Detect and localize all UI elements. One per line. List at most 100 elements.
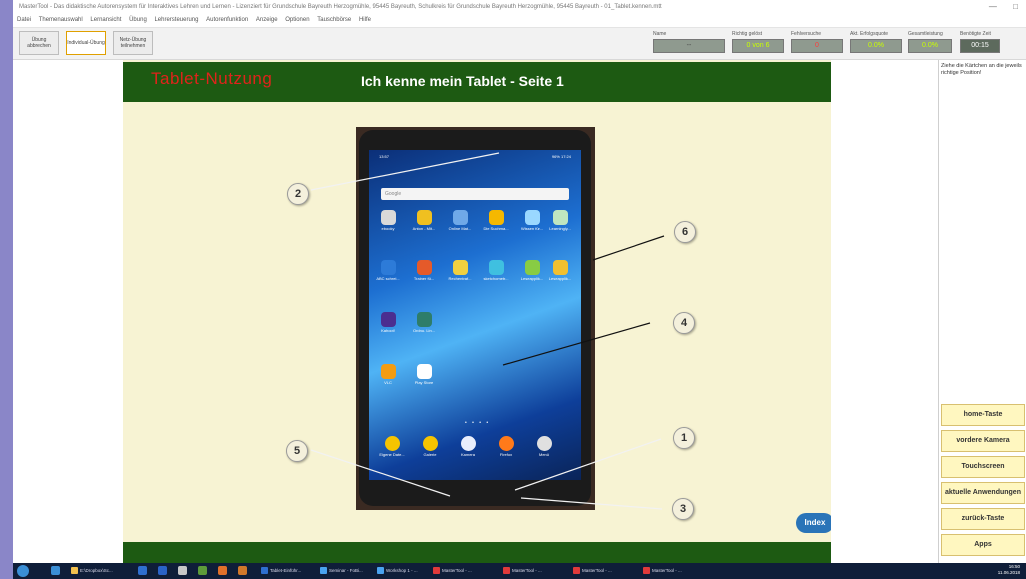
chrome-icon[interactable] [238, 566, 247, 575]
toolbar: Übung abbrechen Individual-Übung Netz-Üb… [13, 28, 1026, 60]
stat-gesamt-value: 0.0% [908, 39, 952, 53]
app2-icon[interactable] [198, 566, 207, 575]
taskbar: E:\Dropbox\Sc... Tablet-Einführ... Semin… [13, 563, 1026, 579]
stat-zeit-label: Benötigte Zeit [960, 31, 991, 37]
firefox-icon[interactable] [218, 566, 227, 575]
stat-gesamt-label: Gesamtleistung [908, 31, 943, 37]
card-apps[interactable]: Apps [941, 534, 1025, 556]
stat-fehl-value: 0 [791, 39, 843, 53]
netz-uebung-button[interactable]: Netz-Übung teilnehmen [113, 31, 153, 55]
stage-footer-band [123, 542, 831, 563]
menu-anzeige[interactable]: Anzeige [256, 17, 278, 23]
minimize-button[interactable]: — [989, 2, 997, 11]
callout-line-5 [310, 449, 451, 497]
stat-zeit-value: 00:15 [960, 39, 1000, 53]
taskbar-item-tablet-einfuehrung[interactable]: Tablet-Einführ... [261, 564, 301, 578]
menu-lehrersteuerung[interactable]: Lehrersteuerung [154, 17, 198, 23]
stat-richtig: Richtig gelöst 0 von 6 [732, 31, 784, 53]
stat-fehl-label: Fehlversuche [791, 31, 822, 37]
callout-2: 2 [287, 183, 309, 205]
doc-icon [377, 567, 384, 575]
mastertool-icon [573, 567, 580, 575]
taskbar-item-label: Tablet-Einführ... [270, 568, 302, 573]
stat-fehlversuche: Fehlversuche 0 [791, 31, 843, 53]
window-controls: — □ [975, 0, 1018, 14]
card-zurueck-taste[interactable]: zurück-Taste [941, 508, 1025, 530]
callout-5: 5 [286, 440, 308, 462]
stat-zeit: Benötigte Zeit 00:15 [960, 31, 1000, 53]
callout-line-2 [310, 152, 500, 191]
stat-name: Name -- [653, 31, 725, 53]
mastertool-icon [433, 567, 440, 575]
ie-icon[interactable] [158, 566, 167, 575]
taskbar-item-seminar[interactable]: Seminar - FoBi... [320, 564, 363, 578]
card-sidebar: Ziehe die Kärtchen an die jeweils richti… [938, 60, 1026, 563]
menu-lernansicht[interactable]: Lernansicht [90, 17, 121, 23]
start-button[interactable] [17, 565, 29, 577]
menu-optionen[interactable]: Optionen [285, 17, 309, 23]
app-icon[interactable] [178, 566, 187, 575]
taskbar-item-label: Seminar - FoBi... [329, 568, 363, 573]
folder-icon [71, 567, 78, 575]
clock-date: 11.06.2018 [997, 570, 1020, 575]
uebung-abbrechen-button[interactable]: Übung abbrechen [19, 31, 59, 55]
menu-themenauswahl[interactable]: Themenauswahl [39, 17, 83, 23]
taskbar-item-explorer[interactable]: E:\Dropbox\Sc... [71, 564, 113, 578]
taskbar-item-label: MasterTool - ... [582, 568, 612, 573]
menu-hilfe[interactable]: Hilfe [359, 17, 371, 23]
stage-left-margin [13, 60, 123, 563]
menu-uebung[interactable]: Übung [129, 17, 147, 23]
menu-tauschboerse[interactable]: Tauschbörse [317, 17, 351, 23]
callout-lines [310, 152, 665, 510]
app-window: MasterTool - Das didaktische Autorensyst… [13, 0, 1026, 563]
card-home-taste[interactable]: home-Taste [941, 404, 1025, 426]
taskbar-item-label: MasterTool - ... [442, 568, 472, 573]
taskbar-item-mastertool-1[interactable]: MasterTool - ... [433, 564, 472, 578]
menu-datei[interactable]: Datei [17, 17, 31, 23]
restore-button[interactable]: □ [1013, 2, 1018, 11]
stat-erfolgsquote: Akt. Erfolgsquote 0.0% [850, 31, 902, 53]
stat-richtig-value: 0 von 6 [732, 39, 784, 53]
menu-autorenfunktion[interactable]: Autorenfunktion [206, 17, 248, 23]
stat-gesamtleistung: Gesamtleistung 0.0% [908, 31, 952, 53]
callout-line-1 [514, 438, 662, 491]
stage-right-margin [831, 60, 938, 563]
word-icon [261, 567, 268, 575]
card-aktuelle-anwendungen[interactable]: aktuelle Anwendungen [941, 482, 1025, 504]
taskbar-item-label: MasterTool - ... [512, 568, 542, 573]
instruction-text: Ziehe die Kärtchen an die jeweils richti… [941, 63, 1022, 76]
content-area: Tablet-Nutzung Ich kenne mein Tablet - S… [13, 60, 1026, 563]
stat-erfolg-label: Akt. Erfolgsquote [850, 31, 889, 37]
taskbar-item-label: MasterTool - ... [652, 568, 682, 573]
taskbar-item-label: E:\Dropbox\Sc... [80, 568, 113, 573]
stat-erfolg-value: 0.0% [850, 39, 902, 53]
taskbar-item-label: Workshop 1 - ... [386, 568, 418, 573]
taskbar-item-mastertool-4[interactable]: MasterTool - ... [643, 564, 682, 578]
menu-bar: Datei Themenauswahl Lernansicht Übung Le… [13, 14, 1026, 28]
card-touchscreen[interactable]: Touchscreen [941, 456, 1025, 478]
callout-6: 6 [674, 221, 696, 243]
outlook-icon[interactable] [138, 566, 147, 575]
individual-uebung-button[interactable]: Individual-Übung [66, 31, 106, 55]
title-bar: MasterTool - Das didaktische Autorensyst… [13, 0, 1026, 14]
taskbar-item-mastertool-3[interactable]: MasterTool - ... [573, 564, 612, 578]
window-title: MasterTool - Das didaktische Autorensyst… [19, 4, 662, 10]
index-button[interactable]: Index [796, 513, 831, 533]
mastertool-icon [643, 567, 650, 575]
stat-name-value: -- [653, 39, 725, 53]
callout-line-3 [520, 497, 663, 510]
card-vordere-kamera[interactable]: vordere Kamera [941, 430, 1025, 452]
callout-4: 4 [673, 312, 695, 334]
exercise-stage: Tablet-Nutzung Ich kenne mein Tablet - S… [123, 60, 831, 563]
taskbar-item-workshop[interactable]: Workshop 1 - ... [377, 564, 418, 578]
callout-1: 1 [673, 427, 695, 449]
stat-name-label: Name [653, 31, 667, 37]
stat-richtig-label: Richtig gelöst [732, 31, 763, 37]
callout-line-6 [592, 235, 665, 261]
callout-3: 3 [672, 498, 694, 520]
task-view-icon[interactable] [51, 566, 60, 575]
mastertool-icon [503, 567, 510, 575]
callout-line-4 [502, 322, 651, 366]
system-tray-clock[interactable]: 16:50 11.06.2018 [998, 564, 1020, 576]
taskbar-item-mastertool-2[interactable]: MasterTool - ... [503, 564, 542, 578]
